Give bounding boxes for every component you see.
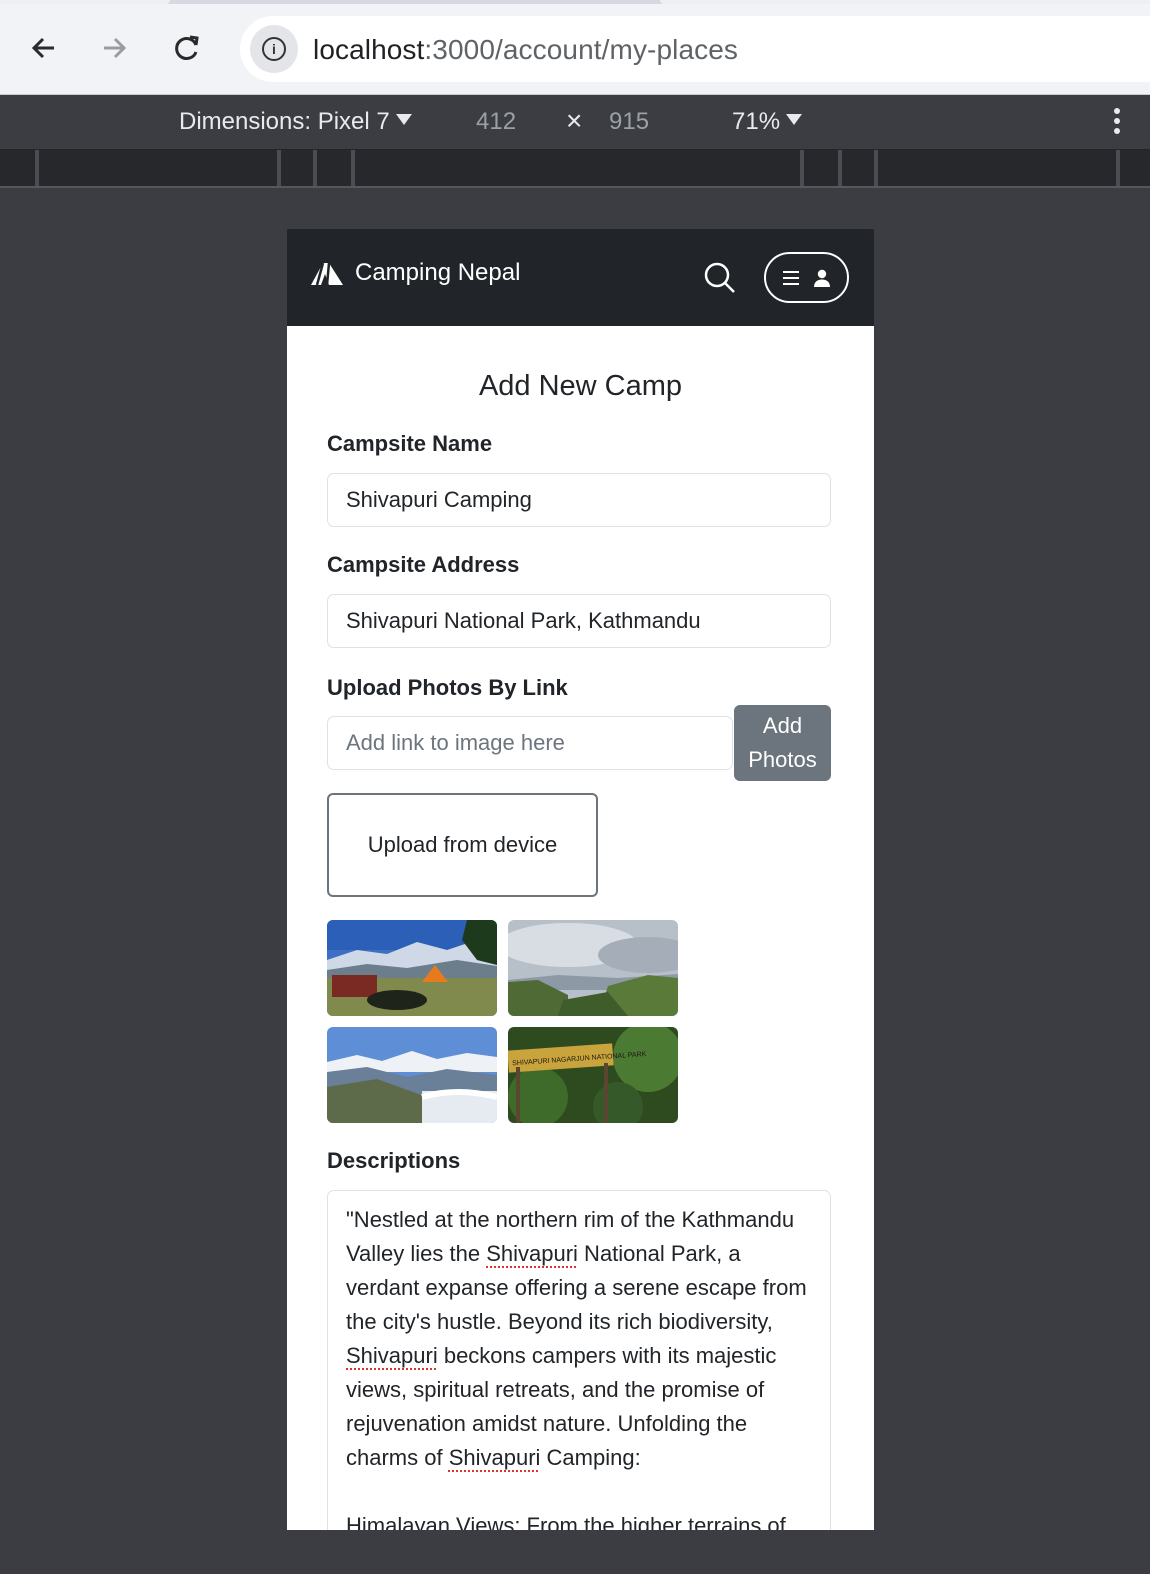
times-icon: × — [566, 105, 583, 136]
user-icon — [813, 269, 830, 287]
reload-button[interactable] — [165, 26, 209, 70]
photo-link-input[interactable]: Add link to image here — [327, 716, 733, 770]
campsite-name-input[interactable]: Shivapuri Camping — [327, 473, 831, 527]
browser-toolbar: i localhost:3000/account/my-places — [0, 4, 1150, 95]
descriptions-label: Descriptions — [327, 1148, 461, 1173]
caret-down-icon — [786, 114, 803, 125]
forward-button[interactable] — [92, 26, 136, 70]
reload-icon — [175, 35, 199, 60]
url-text[interactable]: localhost:3000/account/my-places — [313, 34, 738, 66]
arrow-left-icon — [31, 37, 54, 59]
device-viewport: Camping Nepal Add New Camp Campsite Name… — [287, 229, 874, 1530]
brand-link[interactable]: Camping Nepal — [309, 259, 520, 287]
page-title: Add New Camp — [478, 370, 683, 402]
campsite-address-input[interactable]: Shivapuri National Park, Kathmandu — [327, 594, 831, 648]
search-icon — [704, 262, 735, 293]
site-info-icon[interactable]: i — [250, 25, 298, 73]
back-button[interactable] — [22, 26, 66, 70]
description-textarea[interactable]: "Nestled at the northern rim of the Kath… — [327, 1190, 831, 1530]
zoom-dropdown[interactable]: 71% — [732, 108, 803, 136]
user-menu-button[interactable] — [764, 252, 849, 303]
brand-name: Camping Nepal — [355, 259, 521, 286]
add-photos-label-line2: Photos — [748, 747, 817, 772]
more-options-icon[interactable] — [1114, 108, 1120, 136]
dimensions-dropdown[interactable]: Dimensions: Pixel 7 — [179, 108, 412, 136]
caret-down-icon — [395, 114, 412, 125]
app-navbar: Camping Nepal — [287, 229, 874, 326]
device-toolbar: Dimensions: Pixel 7 412 × 915 71% — [0, 96, 1150, 150]
photo-thumbnail[interactable] — [327, 1027, 497, 1123]
address-bar[interactable]: i localhost:3000/account/my-places — [240, 16, 1150, 82]
tent-icon — [311, 262, 343, 286]
campsite-name-label: Campsite Name — [327, 431, 493, 456]
search-button[interactable] — [703, 261, 737, 295]
upload-photos-label: Upload Photos By Link — [327, 675, 568, 700]
arrow-right-icon — [104, 37, 127, 59]
photo-thumbnail[interactable] — [327, 920, 497, 1016]
media-query-ruler — [0, 150, 1150, 188]
add-photos-button[interactable]: Add Photos — [734, 705, 831, 781]
width-input[interactable]: 412 — [476, 108, 516, 136]
photo-thumbnail[interactable]: SHIVAPURI NAGARJUN NATIONAL PARK — [508, 1027, 678, 1123]
height-input[interactable]: 915 — [609, 108, 649, 136]
hamburger-icon — [782, 270, 799, 285]
campsite-address-label: Campsite Address — [327, 552, 520, 577]
photo-thumbnail[interactable] — [508, 920, 678, 1016]
add-photos-label-line1: Add — [762, 713, 803, 738]
upload-from-device-button[interactable]: Upload from device — [327, 793, 598, 897]
upload-from-device-label: Upload from device — [367, 832, 558, 857]
